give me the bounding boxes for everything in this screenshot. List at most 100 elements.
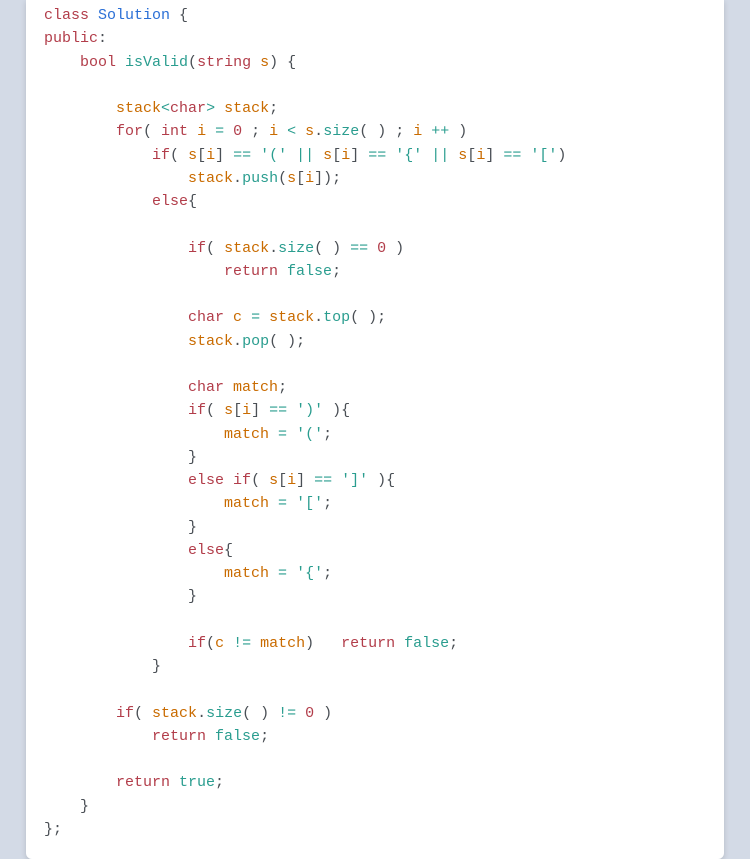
code-token: ')' bbox=[296, 402, 323, 419]
code-token: pop bbox=[242, 333, 269, 350]
code-token: ) bbox=[449, 123, 467, 140]
code-token: ; bbox=[323, 495, 332, 512]
code-token: } bbox=[188, 588, 197, 605]
code-token: else bbox=[188, 472, 224, 489]
code-token bbox=[44, 798, 80, 815]
code-token: size bbox=[278, 240, 314, 257]
code-token: || bbox=[287, 147, 323, 164]
code-token: if bbox=[224, 472, 251, 489]
code-token: return bbox=[152, 728, 206, 745]
code-token bbox=[44, 170, 188, 187]
code-token: . bbox=[197, 705, 206, 722]
code-token: for bbox=[116, 123, 143, 140]
code-token: ; bbox=[269, 100, 278, 117]
code-token: s bbox=[287, 170, 296, 187]
code-token bbox=[44, 240, 188, 257]
code-token: match bbox=[224, 379, 278, 396]
code-token: push bbox=[242, 170, 278, 187]
code-token: == bbox=[341, 240, 377, 257]
code-token: [ bbox=[332, 147, 341, 164]
code-token bbox=[44, 519, 188, 536]
code-token: == bbox=[260, 402, 296, 419]
code-token: = bbox=[242, 309, 269, 326]
code-token: char bbox=[188, 309, 224, 326]
code-token: ; bbox=[449, 635, 458, 652]
code-token: '{' bbox=[395, 147, 422, 164]
code-token: ; bbox=[278, 379, 287, 396]
code-token: ( ) bbox=[314, 240, 341, 257]
code-token bbox=[44, 147, 152, 164]
code-token: isValid bbox=[116, 54, 188, 71]
code-token bbox=[44, 402, 188, 419]
code-token: = bbox=[269, 426, 296, 443]
code-token: ) { bbox=[269, 54, 296, 71]
code-token bbox=[44, 379, 188, 396]
code-token: char bbox=[170, 100, 206, 117]
code-token bbox=[44, 309, 188, 326]
code-block: class Solution { public: bool isValid(st… bbox=[44, 4, 706, 841]
code-token: ( bbox=[188, 54, 197, 71]
code-token: : bbox=[98, 30, 107, 47]
code-token: if bbox=[116, 705, 134, 722]
code-token: ] bbox=[215, 147, 224, 164]
code-token: ( ) bbox=[242, 705, 269, 722]
code-token: ; bbox=[332, 263, 341, 280]
code-token: true bbox=[170, 774, 215, 791]
code-token: s bbox=[251, 54, 269, 71]
code-token: ] bbox=[296, 472, 305, 489]
code-token: ( ); bbox=[350, 309, 386, 326]
code-token bbox=[44, 495, 224, 512]
code-token: if bbox=[152, 147, 170, 164]
code-token: = bbox=[206, 123, 233, 140]
code-token: ) bbox=[386, 240, 404, 257]
code-token: string bbox=[197, 54, 251, 71]
code-token: s bbox=[458, 147, 467, 164]
code-token bbox=[44, 333, 188, 350]
code-token: return bbox=[224, 263, 278, 280]
code-token: ( bbox=[278, 170, 287, 187]
code-token: ] bbox=[251, 402, 260, 419]
code-token bbox=[44, 542, 188, 559]
code-token: } bbox=[80, 798, 89, 815]
code-token: if bbox=[188, 635, 206, 652]
code-token: s bbox=[224, 402, 233, 419]
code-token bbox=[44, 658, 152, 675]
code-token: } bbox=[188, 449, 197, 466]
code-token: int bbox=[161, 123, 188, 140]
code-token: [ bbox=[296, 170, 305, 187]
code-token: ( ); bbox=[269, 333, 305, 350]
code-token: return bbox=[341, 635, 395, 652]
code-token: i bbox=[341, 147, 350, 164]
code-token: . bbox=[269, 240, 278, 257]
code-token bbox=[44, 588, 188, 605]
code-token bbox=[44, 774, 116, 791]
code-token: i bbox=[206, 147, 215, 164]
code-token: = bbox=[269, 565, 296, 582]
code-token: ) bbox=[305, 635, 341, 652]
code-token: if bbox=[188, 240, 206, 257]
code-token: 0 bbox=[305, 705, 314, 722]
code-token: [ bbox=[467, 147, 476, 164]
code-token: '{' bbox=[296, 565, 323, 582]
code-token: false bbox=[206, 728, 260, 745]
code-token: == bbox=[305, 472, 341, 489]
code-token: ( bbox=[251, 472, 269, 489]
code-token: ){ bbox=[323, 402, 350, 419]
code-token: else bbox=[152, 193, 188, 210]
code-token: ( ) ; bbox=[359, 123, 413, 140]
code-token: [ bbox=[233, 402, 242, 419]
code-token: i bbox=[242, 402, 251, 419]
code-token: . bbox=[233, 333, 242, 350]
code-token: ( bbox=[143, 123, 161, 140]
code-token: 0 bbox=[233, 123, 242, 140]
code-token: i bbox=[287, 472, 296, 489]
code-token: match bbox=[224, 495, 269, 512]
code-token: [ bbox=[197, 147, 206, 164]
code-token: ; bbox=[242, 123, 269, 140]
code-token: if bbox=[188, 402, 206, 419]
code-token: ; bbox=[323, 565, 332, 582]
code-token: s bbox=[269, 472, 278, 489]
code-token: c bbox=[224, 309, 242, 326]
code-token: s bbox=[188, 147, 197, 164]
code-token: { bbox=[224, 542, 233, 559]
